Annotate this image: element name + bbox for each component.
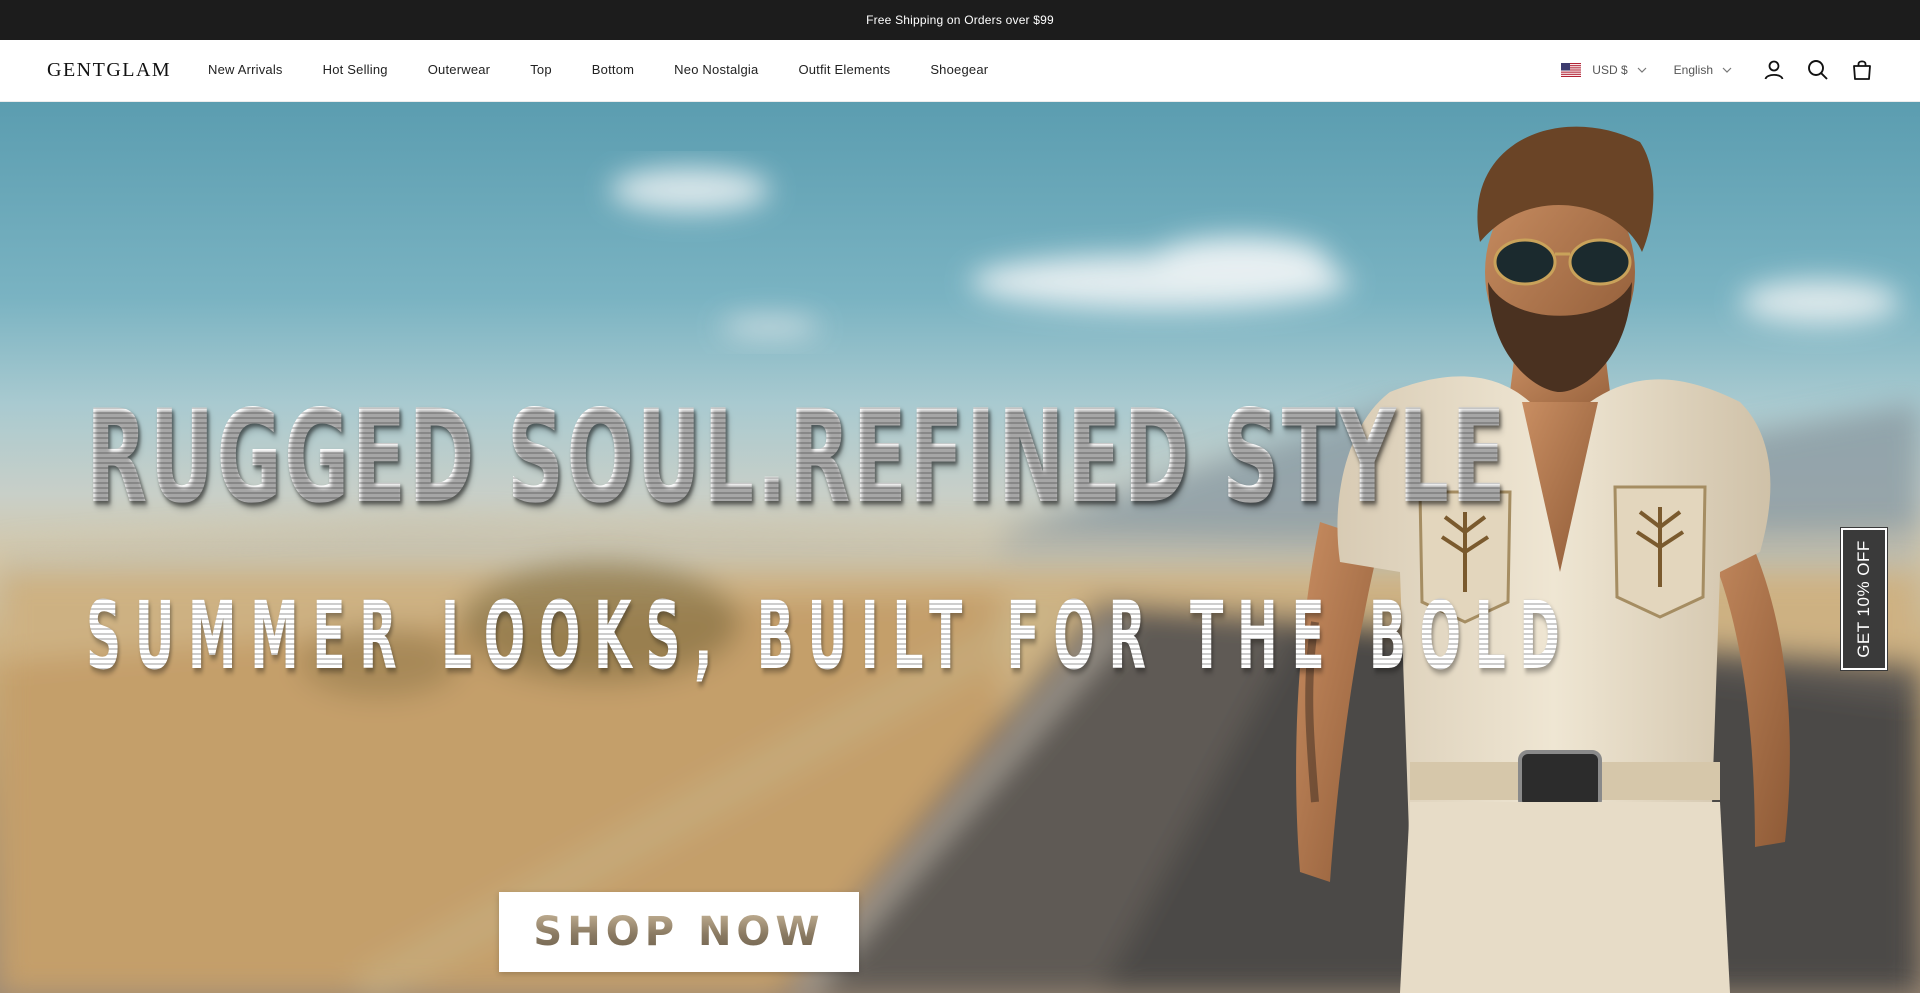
currency-selector[interactable]: USD $ [1561,63,1647,77]
us-flag-icon [1561,63,1582,77]
announcement-bar: Free Shipping on Orders over $99 [0,0,1920,40]
header-actions: USD $ English [1561,58,1874,82]
discount-tab[interactable]: GET 10% OFF [1840,527,1888,671]
chevron-down-icon [1722,67,1732,73]
cart-icon[interactable] [1850,58,1874,82]
main-nav: New Arrivals Hot Selling Outerwear Top B… [208,62,1028,77]
account-icon[interactable] [1762,58,1786,82]
shop-now-button[interactable]: SHOP NOW [499,892,859,972]
hero-subheadline: SUMMER LOOKS, BUILT FOR THE BOLD [86,582,1574,691]
discount-tab-label: GET 10% OFF [1854,540,1874,658]
hero-banner: RUGGED SOUL.REFINED STYLE SUMMER LOOKS, … [0,102,1920,993]
site-logo[interactable]: GENTGLAM [47,59,171,82]
language-selector[interactable]: English [1674,63,1732,77]
nav-outerwear[interactable]: Outerwear [428,62,491,77]
shop-now-label: SHOP NOW [533,909,825,955]
nav-top[interactable]: Top [530,62,552,77]
chevron-down-icon [1637,67,1647,73]
hero-headline: RUGGED SOUL.REFINED STYLE [86,383,1509,532]
nav-outfit-elements[interactable]: Outfit Elements [798,62,890,77]
nav-hot-selling[interactable]: Hot Selling [323,62,388,77]
nav-new-arrivals[interactable]: New Arrivals [208,62,283,77]
nav-bottom[interactable]: Bottom [592,62,634,77]
site-header: GENTGLAM New Arrivals Hot Selling Outerw… [0,40,1920,102]
announcement-text: Free Shipping on Orders over $99 [866,13,1054,27]
search-icon[interactable] [1806,58,1830,82]
nav-shoegear[interactable]: Shoegear [930,62,988,77]
currency-label: USD $ [1592,63,1628,77]
hero-model-image [1296,126,1790,993]
nav-neo-nostalgia[interactable]: Neo Nostalgia [674,62,758,77]
language-label: English [1673,63,1713,77]
